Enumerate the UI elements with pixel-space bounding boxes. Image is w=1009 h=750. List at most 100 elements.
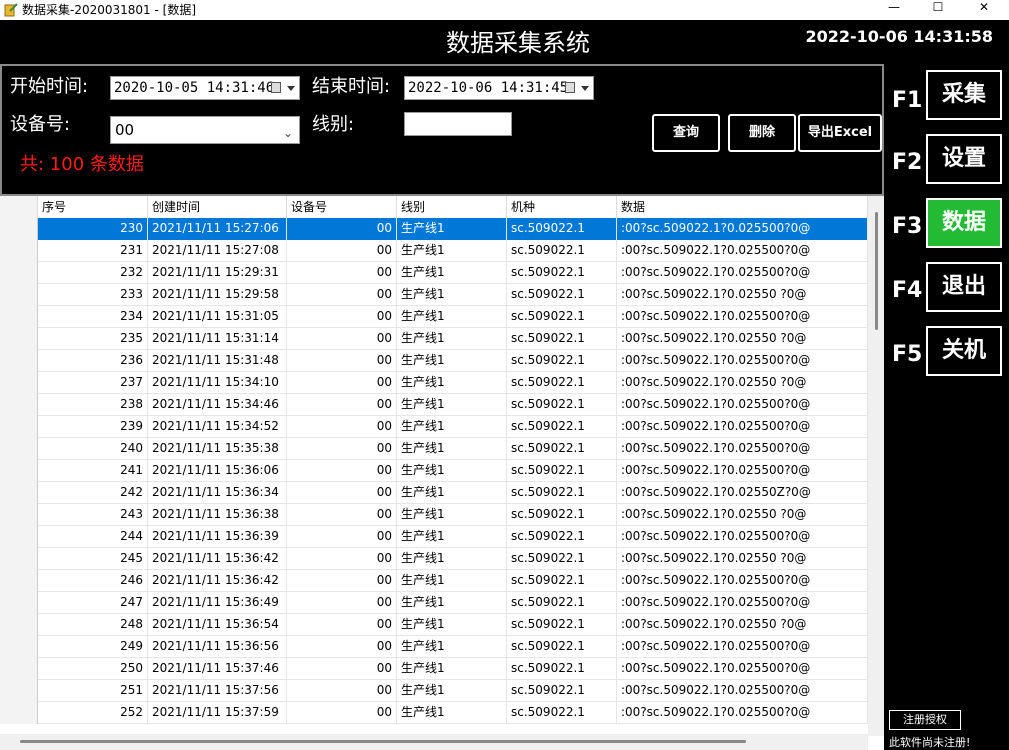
cell-seq[interactable]: 252: [38, 702, 148, 724]
device-select[interactable]: 00 ⌄: [110, 116, 300, 144]
cell-created[interactable]: 2021/11/11 15:36:42: [148, 548, 287, 570]
row-header[interactable]: [0, 306, 38, 328]
row-header[interactable]: [0, 218, 38, 240]
cell-seq[interactable]: 232: [38, 262, 148, 284]
cell-model[interactable]: sc.509022.1: [507, 658, 617, 680]
cell-created[interactable]: 2021/11/11 15:36:56: [148, 636, 287, 658]
cell-data[interactable]: :00?sc.509022.1?0.02550Z?0@: [617, 482, 868, 504]
cell-line[interactable]: 生产线1: [397, 504, 507, 526]
row-header[interactable]: [0, 460, 38, 482]
cell-line[interactable]: 生产线1: [397, 680, 507, 702]
row-header[interactable]: [0, 548, 38, 570]
cell-device[interactable]: 00: [287, 636, 397, 658]
cell-seq[interactable]: 251: [38, 680, 148, 702]
dropdown-arrow-icon[interactable]: [581, 86, 589, 91]
row-header[interactable]: [0, 658, 38, 680]
column-header-seq[interactable]: 序号: [38, 196, 148, 218]
cell-model[interactable]: sc.509022.1: [507, 680, 617, 702]
cell-line[interactable]: 生产线1: [397, 394, 507, 416]
cell-line[interactable]: 生产线1: [397, 592, 507, 614]
cell-data[interactable]: :00?sc.509022.1?0.025500?0@: [617, 240, 868, 262]
cell-seq[interactable]: 250: [38, 658, 148, 680]
maximize-button[interactable]: ☐: [918, 0, 958, 20]
cell-model[interactable]: sc.509022.1: [507, 350, 617, 372]
cell-line[interactable]: 生产线1: [397, 218, 507, 240]
cell-data[interactable]: :00?sc.509022.1?0.025500?0@: [617, 658, 868, 680]
cell-data[interactable]: :00?sc.509022.1?0.025500?0@: [617, 394, 868, 416]
cell-device[interactable]: 00: [287, 218, 397, 240]
cell-created[interactable]: 2021/11/11 15:34:52: [148, 416, 287, 438]
cell-seq[interactable]: 238: [38, 394, 148, 416]
cell-created[interactable]: 2021/11/11 15:37:56: [148, 680, 287, 702]
cell-model[interactable]: sc.509022.1: [507, 570, 617, 592]
cell-data[interactable]: :00?sc.509022.1?0.02550 ?0@: [617, 372, 868, 394]
cell-data[interactable]: :00?sc.509022.1?0.025500?0@: [617, 218, 868, 240]
column-header-model[interactable]: 机种: [507, 196, 617, 218]
cell-seq[interactable]: 247: [38, 592, 148, 614]
cell-line[interactable]: 生产线1: [397, 548, 507, 570]
vertical-scroll-thumb[interactable]: [875, 212, 878, 330]
cell-device[interactable]: 00: [287, 372, 397, 394]
cell-created[interactable]: 2021/11/11 15:36:54: [148, 614, 287, 636]
register-button[interactable]: 注册授权: [889, 710, 961, 730]
cell-seq[interactable]: 243: [38, 504, 148, 526]
cell-model[interactable]: sc.509022.1: [507, 702, 617, 724]
cell-line[interactable]: 生产线1: [397, 614, 507, 636]
row-header[interactable]: [0, 482, 38, 504]
row-header[interactable]: [0, 614, 38, 636]
table-row[interactable]: 242 2021/11/11 15:36:34 00 生产线1 sc.509022.1:…: [0, 482, 868, 504]
cell-line[interactable]: 生产线1: [397, 636, 507, 658]
cell-data[interactable]: :00?sc.509022.1?0.025500?0@: [617, 680, 868, 702]
cell-device[interactable]: 00: [287, 526, 397, 548]
cell-device[interactable]: 00: [287, 306, 397, 328]
row-header[interactable]: [0, 262, 38, 284]
table-row[interactable]: 235 2021/11/11 15:31:14 00 生产线1 sc.509022.1:…: [0, 328, 868, 350]
table-row[interactable]: 231 2021/11/11 15:27:08 00 生产线1 sc.509022.1:…: [0, 240, 868, 262]
cell-line[interactable]: 生产线1: [397, 570, 507, 592]
table-row[interactable]: 236 2021/11/11 15:31:48 00 生产线1 sc.509022.1:…: [0, 350, 868, 372]
row-header[interactable]: [0, 372, 38, 394]
start-time-picker[interactable]: 2020-10-05 14:31:46: [110, 76, 300, 100]
cell-created[interactable]: 2021/11/11 15:36:38: [148, 504, 287, 526]
cell-seq[interactable]: 248: [38, 614, 148, 636]
vertical-scrollbar[interactable]: [868, 196, 884, 736]
horizontal-scrollbar[interactable]: [0, 734, 868, 750]
row-header[interactable]: [0, 416, 38, 438]
cell-device[interactable]: 00: [287, 328, 397, 350]
cell-data[interactable]: :00?sc.509022.1?0.025500?0@: [617, 350, 868, 372]
cell-model[interactable]: sc.509022.1: [507, 306, 617, 328]
cell-seq[interactable]: 239: [38, 416, 148, 438]
cell-seq[interactable]: 234: [38, 306, 148, 328]
cell-device[interactable]: 00: [287, 350, 397, 372]
row-header[interactable]: [0, 504, 38, 526]
cell-line[interactable]: 生产线1: [397, 306, 507, 328]
cell-data[interactable]: :00?sc.509022.1?0.025500?0@: [617, 592, 868, 614]
cell-created[interactable]: 2021/11/11 15:29:31: [148, 262, 287, 284]
nav-shutdown-button[interactable]: 关机: [926, 326, 1002, 376]
cell-line[interactable]: 生产线1: [397, 526, 507, 548]
nav-collect-button[interactable]: 采集: [926, 70, 1002, 120]
row-header[interactable]: [0, 394, 38, 416]
cell-device[interactable]: 00: [287, 548, 397, 570]
cell-created[interactable]: 2021/11/11 15:36:06: [148, 460, 287, 482]
cell-line[interactable]: 生产线1: [397, 262, 507, 284]
cell-model[interactable]: sc.509022.1: [507, 372, 617, 394]
table-row[interactable]: 243 2021/11/11 15:36:38 00 生产线1 sc.509022.1:…: [0, 504, 868, 526]
cell-device[interactable]: 00: [287, 504, 397, 526]
table-row[interactable]: 248 2021/11/11 15:36:54 00 生产线1 sc.509022.1:…: [0, 614, 868, 636]
cell-model[interactable]: sc.509022.1: [507, 636, 617, 658]
cell-line[interactable]: 生产线1: [397, 438, 507, 460]
column-header-created[interactable]: 创建时间: [148, 196, 287, 218]
cell-data[interactable]: :00?sc.509022.1?0.025500?0@: [617, 570, 868, 592]
end-time-picker[interactable]: 2022-10-06 14:31:45: [404, 76, 594, 100]
nav-data-button[interactable]: 数据: [926, 198, 1002, 248]
cell-line[interactable]: 生产线1: [397, 328, 507, 350]
cell-data[interactable]: :00?sc.509022.1?0.025500?0@: [617, 306, 868, 328]
cell-seq[interactable]: 233: [38, 284, 148, 306]
cell-created[interactable]: 2021/11/11 15:31:14: [148, 328, 287, 350]
table-row[interactable]: 234 2021/11/11 15:31:05 00 生产线1 sc.509022.1:…: [0, 306, 868, 328]
table-row[interactable]: 252 2021/11/11 15:37:59 00 生产线1 sc.509022.1:…: [0, 702, 868, 724]
table-row[interactable]: 238 2021/11/11 15:34:46 00 生产线1 sc.509022.1:…: [0, 394, 868, 416]
table-row[interactable]: 249 2021/11/11 15:36:56 00 生产线1 sc.509022.1:…: [0, 636, 868, 658]
cell-created[interactable]: 2021/11/11 15:31:05: [148, 306, 287, 328]
